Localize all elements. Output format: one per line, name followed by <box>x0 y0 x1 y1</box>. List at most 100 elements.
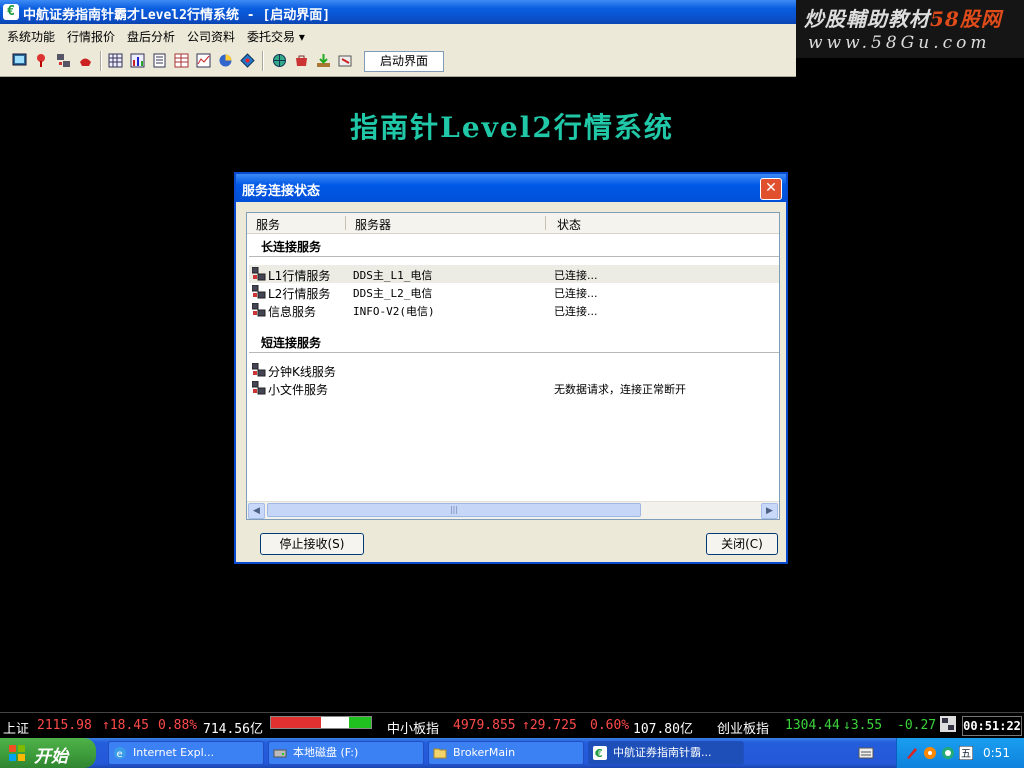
monitor-icon[interactable] <box>12 53 27 68</box>
service-name: L1行情服务 <box>268 269 331 283</box>
globe-icon[interactable] <box>272 53 287 68</box>
scroll-left-icon[interactable]: ◀ <box>248 503 265 519</box>
task-compass-app[interactable]: € 中航证券指南针霸... <box>588 741 744 765</box>
task-internet-explorer[interactable]: e Internet Expl... <box>108 741 264 765</box>
sh-index: 2115.98 <box>37 718 92 733</box>
bar-chart-icon[interactable] <box>130 53 145 68</box>
service-list[interactable]: 服务 服务器 状态 长连接服务 L1行情服务 DDS主_L1_电信 已连接...… <box>246 212 780 520</box>
sh-change: ↑18.45 <box>102 718 149 733</box>
server-icon <box>252 363 266 377</box>
connection-icon[interactable] <box>940 716 956 732</box>
server-icon <box>252 381 266 395</box>
column-divider[interactable] <box>545 216 546 230</box>
task-label: 本地磁盘 (F:) <box>293 746 359 759</box>
menu-analysis[interactable]: 盘后分析 <box>127 28 175 45</box>
toolbar-separator <box>100 51 102 71</box>
svg-text:e: e <box>117 749 123 760</box>
taskbar: 开始 e Internet Expl... 本地磁盘 (F:) BrokerMa… <box>0 738 1024 768</box>
start-button[interactable]: 开始 <box>0 738 96 768</box>
menu-system[interactable]: 系统功能 <box>7 28 55 45</box>
list-item[interactable]: 分钟K线服务 <box>249 361 779 379</box>
list-item[interactable]: 小文件服务 无数据请求，连接正常断开 <box>249 379 779 397</box>
svg-text:五: 五 <box>961 749 971 760</box>
sme-label: 中小板指 <box>387 722 440 737</box>
pen-icon[interactable] <box>905 746 919 760</box>
group-long-connection: 长连接服务 <box>261 240 322 254</box>
column-status[interactable]: 状态 <box>557 216 581 233</box>
app-icon: € <box>3 4 19 20</box>
watermark: 炒股輔助教材58股网 www.58Gu.com <box>796 0 1024 58</box>
folder-icon <box>433 748 447 759</box>
drive-icon <box>273 749 287 758</box>
network-icon[interactable] <box>56 53 71 68</box>
phone-icon[interactable] <box>78 53 93 68</box>
key-icon[interactable] <box>34 53 49 68</box>
ie-icon: e <box>114 747 126 760</box>
status-text: 已连接... <box>554 269 598 282</box>
gem-label: 创业板指 <box>717 722 770 737</box>
service-name: 小文件服务 <box>268 383 329 397</box>
menu-company[interactable]: 公司资料 <box>187 28 235 45</box>
task-local-disk[interactable]: 本地磁盘 (F:) <box>268 741 424 765</box>
column-divider[interactable] <box>345 216 346 230</box>
scroll-thumb[interactable]: ||| <box>267 503 641 517</box>
list-item[interactable]: 信息服务 INFO-V2(电信) 已连接... <box>249 301 779 319</box>
breadth-flat <box>321 717 349 728</box>
index-ticker: 上证 2115.98 ↑18.45 0.88% 714.56亿 中小板指 497… <box>0 712 1024 739</box>
antivirus-icon[interactable] <box>941 746 955 760</box>
group-divider <box>249 256 779 257</box>
line-chart-icon[interactable] <box>196 53 211 68</box>
report-icon[interactable] <box>152 53 167 68</box>
breadth-up <box>271 717 321 728</box>
toolbar: 启动界面 <box>0 46 796 77</box>
toolbar-separator <box>262 51 264 71</box>
tools-icon[interactable] <box>338 53 353 68</box>
breadth-down <box>349 717 371 728</box>
keyboard-icon[interactable] <box>858 746 874 760</box>
service-name: L2行情服务 <box>268 287 331 301</box>
menu-quotes[interactable]: 行情报价 <box>67 28 115 45</box>
menu-trade[interactable]: 委托交易 ▾ <box>247 28 305 45</box>
ime-icon[interactable]: 五 <box>959 746 973 760</box>
menu-bar: 系统功能 行情报价 盘后分析 公司资料 委托交易 ▾ <box>0 24 796 46</box>
stop-receive-button[interactable]: 停止接收(S) <box>260 533 364 555</box>
view-name-field[interactable]: 启动界面 <box>364 51 444 72</box>
column-server[interactable]: 服务器 <box>355 216 391 233</box>
gem-change: ↓3.55 <box>843 718 883 733</box>
server-name: DDS主_L2_电信 <box>353 287 433 300</box>
task-broker-main[interactable]: BrokerMain <box>428 741 584 765</box>
svg-text:€: € <box>594 747 603 760</box>
close-button[interactable]: 关闭(C) <box>706 533 778 555</box>
server-name: DDS主_L1_电信 <box>353 269 433 282</box>
status-text: 已连接... <box>554 287 598 300</box>
diamond-icon[interactable] <box>240 53 255 68</box>
download-icon[interactable] <box>316 53 331 68</box>
pie-icon[interactable] <box>218 53 233 68</box>
task-label: Internet Expl... <box>133 746 215 759</box>
window-title: 中航证券指南针霸才Level2行情系统 - [启动界面] <box>23 8 331 23</box>
close-icon[interactable]: ✕ <box>760 178 782 200</box>
status-text: 已连接... <box>554 305 598 318</box>
horizontal-scrollbar[interactable]: ◀ ||| ▶ <box>247 501 779 519</box>
grid-icon[interactable] <box>108 53 123 68</box>
dialog-title: 服务连接状态 <box>242 184 321 199</box>
table-icon[interactable] <box>174 53 189 68</box>
list-item[interactable]: L2行情服务 DDS主_L2_电信 已连接... <box>249 283 779 301</box>
shopping-icon[interactable] <box>294 53 309 68</box>
service-name: 分钟K线服务 <box>268 365 336 379</box>
sh-label: 上证 <box>3 722 30 737</box>
sme-amount: 107.80亿 <box>633 722 693 737</box>
media-icon[interactable] <box>923 746 937 760</box>
windows-logo-icon <box>9 745 25 761</box>
dialog-title-bar[interactable]: 服务连接状态 ✕ <box>236 174 786 202</box>
task-label: 中航证券指南针霸... <box>613 746 712 759</box>
list-item[interactable]: L1行情服务 DDS主_L1_电信 已连接... <box>249 265 779 283</box>
tray-clock: 0:51 <box>983 746 1010 760</box>
market-breadth-bar <box>270 716 372 729</box>
clock: 00:51:22 <box>962 716 1022 736</box>
gem-index: 1304.44 <box>785 718 840 733</box>
watermark-url: www.58Gu.com <box>808 33 991 53</box>
scroll-right-icon[interactable]: ▶ <box>761 503 778 519</box>
task-label: BrokerMain <box>453 746 516 759</box>
column-service[interactable]: 服务 <box>256 216 280 233</box>
